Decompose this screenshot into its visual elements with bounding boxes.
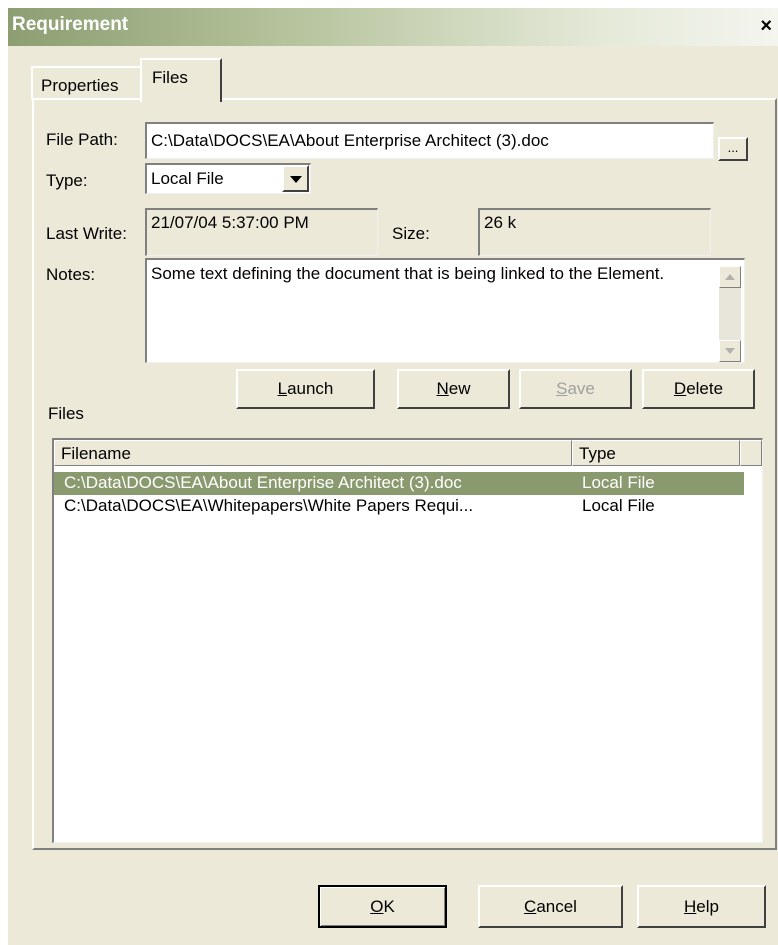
new-mnemonic: N (436, 379, 449, 398)
browse-button[interactable]: ... (718, 137, 748, 161)
chevron-down-icon[interactable] (282, 165, 309, 192)
file-path-input[interactable]: C:\Data\DOCS\EA\About Enterprise Archite… (145, 122, 714, 159)
size-label: Size: (392, 224, 430, 243)
column-header-filename[interactable]: Filename (54, 440, 572, 466)
filename-cell: C:\Data\DOCS\EA\About Enterprise Archite… (64, 473, 462, 492)
save-mnemonic: S (556, 379, 568, 398)
table-row[interactable]: C:\Data\DOCS\EA\About Enterprise Archite… (54, 472, 744, 495)
delete-mnemonic: D (673, 379, 687, 398)
ok-label: K (383, 897, 395, 916)
dialog-title: Requirement (12, 14, 129, 35)
scroll-up-icon[interactable] (719, 266, 741, 288)
table-row[interactable]: C:\Data\DOCS\EA\Whitepapers\White Papers… (54, 495, 744, 518)
file-path-label: File Path: (46, 130, 118, 149)
ok-mnemonic: O (370, 897, 384, 916)
last-write-label: Last Write: (46, 224, 127, 243)
tab-files-label: Files (152, 68, 188, 87)
new-button[interactable]: New (397, 369, 510, 409)
launch-label: aunch (287, 379, 334, 398)
notes-textarea[interactable]: Some text defining the document that is … (145, 258, 745, 363)
type-cell: Local File (582, 496, 655, 515)
type-cell: Local File (582, 473, 655, 492)
files-list[interactable]: Filename Type C:\Data\DOCS\EA\About Ente… (52, 438, 763, 843)
save-label: ave (567, 379, 595, 398)
help-mnemonic: H (684, 897, 697, 916)
close-icon[interactable]: × (760, 15, 772, 38)
title-bar: Requirement × (8, 8, 778, 46)
launch-mnemonic: L (277, 379, 288, 398)
column-header-filler (740, 440, 762, 466)
filename-cell: C:\Data\DOCS\EA\Whitepapers\White Papers… (64, 496, 474, 515)
launch-button[interactable]: Launch (236, 369, 375, 409)
column-header-type[interactable]: Type (572, 440, 740, 466)
help-button[interactable]: Help (637, 885, 766, 928)
last-write-field: 21/07/04 5:37:00 PM (145, 208, 378, 256)
files-section-label: Files (48, 404, 84, 423)
requirement-dialog: Requirement × Properties Files File Path… (8, 8, 778, 945)
ok-button[interactable]: OK (318, 885, 447, 928)
new-label: ew (448, 379, 471, 398)
cancel-button[interactable]: Cancel (478, 885, 623, 928)
cancel-label: ancel (536, 897, 577, 916)
notes-label: Notes: (46, 265, 96, 284)
tab-properties[interactable]: Properties (31, 66, 143, 100)
delete-label: elete (686, 379, 724, 398)
delete-button[interactable]: Delete (642, 369, 755, 409)
tab-properties-label: Properties (41, 76, 119, 95)
type-select-value: Local File (151, 169, 224, 188)
tab-files[interactable]: Files (140, 58, 222, 102)
scroll-down-icon[interactable] (719, 340, 741, 362)
help-label: elp (696, 897, 719, 916)
cancel-mnemonic: C (524, 897, 537, 916)
type-label: Type: (46, 171, 88, 190)
save-button[interactable]: Save (519, 369, 632, 409)
size-field: 26 k (478, 208, 711, 256)
notes-scrollbar[interactable] (719, 266, 741, 362)
